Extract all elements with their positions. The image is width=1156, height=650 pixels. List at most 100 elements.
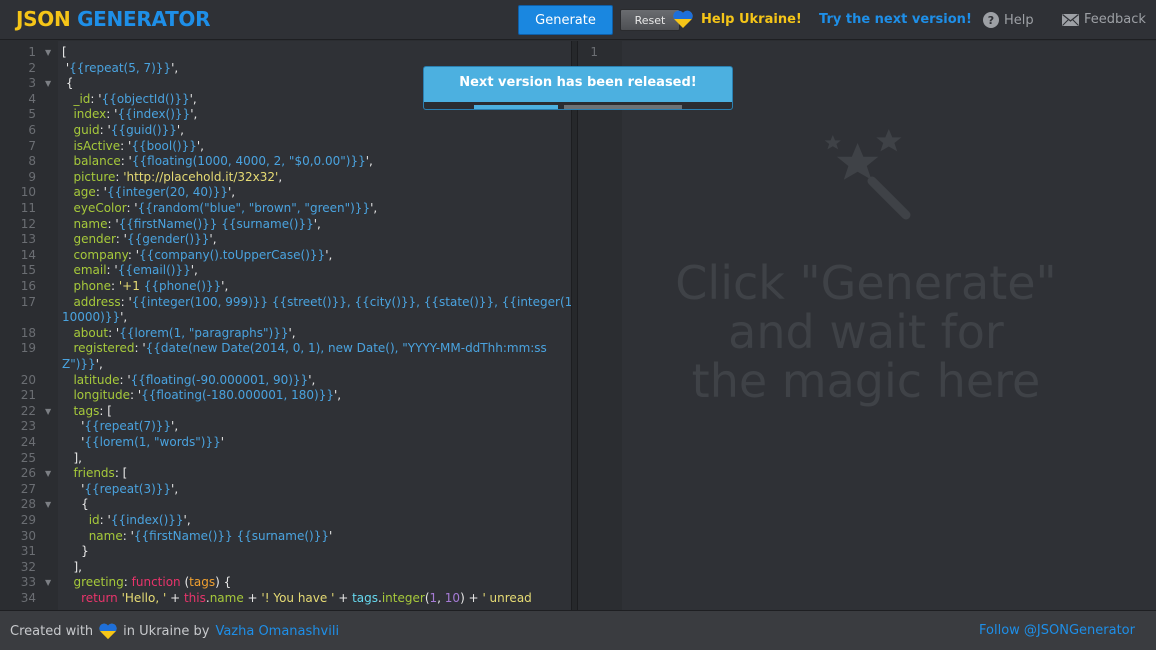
code-line[interactable]: 31 }: [0, 544, 571, 560]
line-number: 12: [20, 216, 36, 231]
pane-splitter[interactable]: [571, 41, 578, 610]
envelope-icon: [1062, 13, 1079, 26]
placeholder-line-3: the magic here: [691, 354, 1041, 408]
logo[interactable]: JSON GENERATOR: [16, 7, 211, 31]
code-line[interactable]: 9 picture: 'http://placehold.it/32x32',: [0, 170, 571, 186]
code-text: gender: '{{gender()}}',: [73, 232, 217, 247]
feedback-label: Feedback: [1084, 12, 1146, 27]
help-link[interactable]: ? Help: [983, 12, 1034, 28]
output-pane: 1 Click "Generate" and wait for the magi…: [578, 41, 1156, 610]
line-number: 28: [20, 497, 36, 512]
code-text: registered: '{{date(new Date(2014, 0, 1)…: [73, 341, 547, 356]
code-line[interactable]: 7 isActive: '{{bool()}}',: [0, 139, 571, 155]
code-line[interactable]: 11 eyeColor: '{{random("blue", "brown", …: [0, 201, 571, 217]
code-line[interactable]: 17 address: '{{integer(100, 999)}} {{str…: [0, 295, 571, 311]
code-line[interactable]: 23 '{{repeat(7)}}',: [0, 419, 571, 435]
line-number: 8: [28, 154, 36, 169]
code-line[interactable]: 20 latitude: '{{floating(-90.000001, 90)…: [0, 373, 571, 389]
code-text: balance: '{{floating(1000, 4000, 2, "$0,…: [73, 154, 373, 169]
code-line[interactable]: 6 guid: '{{guid()}}',: [0, 123, 571, 139]
code-text: about: '{{lorem(1, "paragraphs")}}',: [73, 325, 296, 340]
code-line[interactable]: 19 registered: '{{date(new Date(2014, 0,…: [0, 341, 571, 357]
fold-arrow-icon[interactable]: ▼: [45, 45, 51, 61]
line-number: 18: [20, 325, 36, 340]
line-number: 22: [20, 403, 36, 418]
line-number: 10: [20, 185, 36, 200]
code-line[interactable]: 8 balance: '{{floating(1000, 4000, 2, "$…: [0, 154, 571, 170]
help-label: Help: [1004, 12, 1034, 28]
code-text: greeting: function (tags) {: [73, 575, 232, 590]
line-number: 31: [20, 544, 36, 559]
code-line[interactable]: 12 name: '{{firstName()}} {{surname()}}'…: [0, 217, 571, 233]
created-with-label: Created with: [10, 624, 94, 639]
code-text: '{{repeat(7)}}',: [81, 419, 179, 434]
code-line[interactable]: 32 ],: [0, 560, 571, 576]
code-text: eyeColor: '{{random("blue", "brown", "gr…: [73, 201, 378, 215]
code-text: }: [81, 544, 89, 559]
code-text: email: '{{email()}}',: [73, 263, 198, 278]
code-text: age: '{{integer(20, 40)}}',: [73, 185, 236, 200]
code-line[interactable]: 28 ▼ {: [0, 497, 571, 513]
line-number: 26: [20, 466, 36, 481]
code-line[interactable]: 27 '{{repeat(3)}}',: [0, 482, 571, 498]
fold-arrow-icon[interactable]: ▼: [45, 76, 51, 92]
footer-credits: Created with in Ukraine by Vazha Omanash…: [10, 623, 339, 640]
help-ukraine-link[interactable]: Help Ukraine!: [701, 12, 802, 27]
line-number: 17: [20, 294, 36, 309]
code-text: guid: '{{guid()}}',: [73, 123, 184, 137]
code-text: id: '{{index()}}',: [88, 513, 191, 527]
release-notification[interactable]: Next version has been released!: [423, 66, 733, 110]
placeholder-line-2: and wait for: [728, 305, 1004, 359]
notification-action-secondary[interactable]: [564, 105, 682, 109]
code-text: '{{repeat(3)}}',: [81, 481, 179, 496]
line-number: 30: [20, 528, 36, 543]
code-line[interactable]: 10 age: '{{integer(20, 40)}}',: [0, 185, 571, 201]
header: JSON GENERATOR Generate Reset Help Ukrai…: [0, 0, 1156, 40]
code-text: phone: '+1 {{phone()}}',: [73, 279, 229, 293]
follow-twitter-link[interactable]: Follow @JSONGenerator: [979, 623, 1135, 638]
code-line[interactable]: 34 return 'Hello, ' + this.name + '! You…: [0, 591, 571, 607]
logo-json: JSON: [16, 7, 71, 31]
code-line[interactable]: 30 name: '{{firstName()}} {{surname()}}': [0, 529, 571, 545]
feedback-link[interactable]: Feedback: [1062, 12, 1146, 27]
fold-arrow-icon[interactable]: ▼: [45, 404, 51, 420]
code-line[interactable]: Z")}}',: [0, 357, 571, 373]
code-line[interactable]: 22 ▼ tags: [: [0, 404, 571, 420]
line-number: 5: [28, 107, 36, 122]
code-line[interactable]: 1 ▼ [: [0, 45, 571, 61]
author-link[interactable]: Vazha Omanashvili: [215, 624, 339, 639]
code-line[interactable]: 24 '{{lorem(1, "words")}}': [0, 435, 571, 451]
code-line[interactable]: 18 about: '{{lorem(1, "paragraphs")}}',: [0, 326, 571, 342]
line-number: 24: [20, 435, 36, 449]
fold-arrow-icon[interactable]: ▼: [45, 575, 51, 591]
code-line[interactable]: 29 id: '{{index()}}',: [0, 513, 571, 529]
fold-arrow-icon[interactable]: ▼: [45, 497, 51, 513]
next-version-link[interactable]: Try the next version!: [819, 12, 972, 27]
code-text: longitude: '{{floating(-180.000001, 180)…: [73, 388, 342, 403]
notification-action-primary[interactable]: [474, 105, 558, 109]
line-number: 19: [20, 341, 36, 356]
code-line[interactable]: 10000)}}',: [0, 310, 571, 326]
code-line[interactable]: 26 ▼ friends: [: [0, 466, 571, 482]
generate-button[interactable]: Generate: [518, 5, 613, 35]
line-number: 4: [28, 91, 36, 106]
code-line[interactable]: 16 phone: '+1 {{phone()}}',: [0, 279, 571, 295]
code-line[interactable]: 13 gender: '{{gender()}}',: [0, 232, 571, 248]
reset-button[interactable]: Reset: [620, 9, 680, 31]
line-number: 14: [20, 247, 36, 262]
app: JSON GENERATOR Generate Reset Help Ukrai…: [0, 0, 1156, 650]
code-line[interactable]: 33 ▼ greeting: function (tags) {: [0, 575, 571, 591]
code-text: friends: [: [73, 466, 128, 481]
code-line[interactable]: 14 company: '{{company().toUpperCase()}}…: [0, 248, 571, 264]
ukraine-heart-icon: [673, 10, 693, 29]
logo-generator: GENERATOR: [77, 7, 211, 31]
output-line-number: 1: [590, 45, 598, 59]
fold-arrow-icon[interactable]: ▼: [45, 466, 51, 482]
line-number: 13: [20, 232, 36, 247]
code-line[interactable]: 21 longitude: '{{floating(-180.000001, 1…: [0, 388, 571, 404]
code-line[interactable]: 25 ],: [0, 451, 571, 467]
line-number: 9: [28, 169, 36, 184]
line-number: 25: [20, 450, 36, 465]
code-line[interactable]: 15 email: '{{email()}}',: [0, 263, 571, 279]
template-editor[interactable]: 1 ▼ [2 '{{repeat(5, 7)}}', 3 ▼ {4 _id: '{{ob…: [0, 41, 571, 610]
